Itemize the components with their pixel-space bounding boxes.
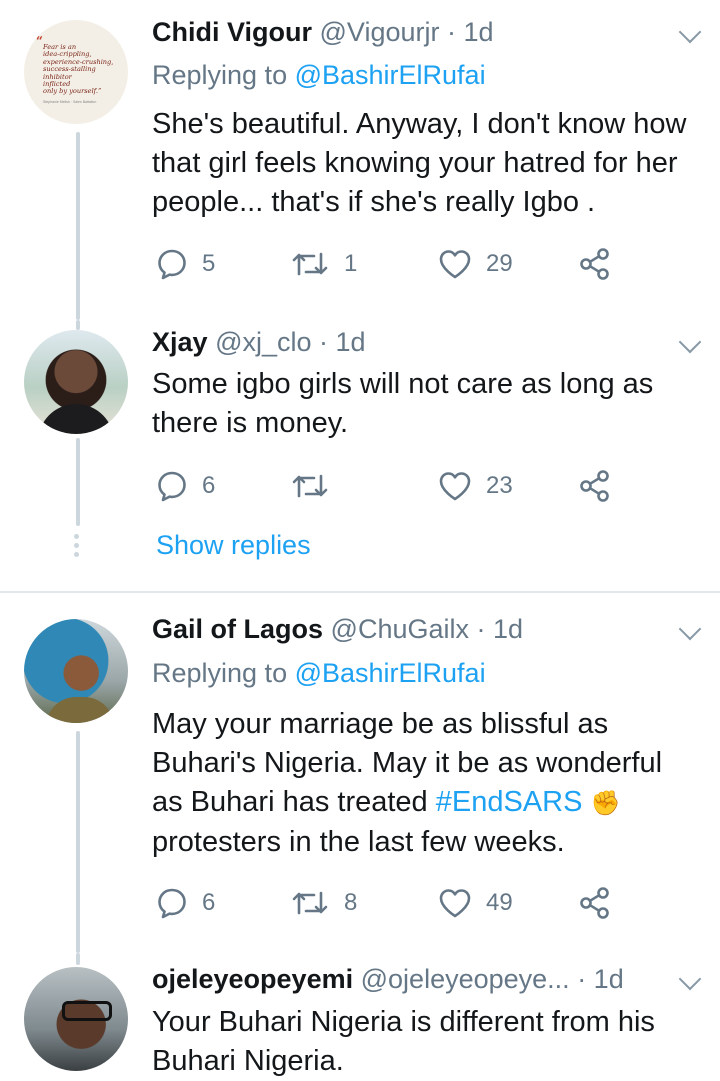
retweet-button[interactable]: 1 <box>290 244 357 284</box>
display-name[interactable]: Chidi Vigour <box>152 17 312 47</box>
timestamp[interactable]: · 1d <box>477 614 524 644</box>
like-icon <box>438 470 472 502</box>
user-handle[interactable]: @xj_clo <box>215 327 311 357</box>
retweet-icon <box>290 470 330 502</box>
avatar-clothes <box>46 697 114 723</box>
chevron-down-icon[interactable] <box>678 330 702 354</box>
avatar-quote: Fear is an idea-crippling, experience-cr… <box>43 43 114 96</box>
reply-count: 6 <box>202 472 216 499</box>
tweet[interactable]: Gail of Lagos @ChuGailx · 1d Replying to… <box>0 593 720 953</box>
share-icon <box>578 248 612 280</box>
reply-icon <box>156 470 188 502</box>
tweet-text: She's beautiful. Anyway, I don't know ho… <box>152 108 687 218</box>
avatar[interactable] <box>24 967 128 1071</box>
reply-count: 5 <box>202 250 216 277</box>
retweet-button[interactable] <box>290 466 344 506</box>
thread-line <box>76 953 80 965</box>
user-handle[interactable]: @Vigourjr <box>320 17 440 47</box>
like-button[interactable]: 29 <box>438 244 513 284</box>
reply-button[interactable]: 6 <box>156 883 215 923</box>
like-button[interactable]: 23 <box>438 466 513 506</box>
share-button[interactable] <box>578 244 612 284</box>
replying-to: Replying to @BashirElRufai <box>152 60 486 90</box>
thread-line <box>76 731 80 953</box>
avatar[interactable] <box>24 330 128 434</box>
thread-line <box>76 132 80 320</box>
replying-to: Replying to @BashirElRufai <box>152 658 486 688</box>
like-button[interactable]: 49 <box>438 883 513 923</box>
avatar-quote-mark: “ <box>36 34 43 48</box>
reply-button[interactable]: 5 <box>156 244 215 284</box>
timestamp[interactable]: · 1d <box>577 964 624 994</box>
user-handle[interactable]: @ojeleyeopeye... <box>361 964 570 994</box>
reply-icon <box>156 248 188 280</box>
reply-count: 6 <box>202 889 216 916</box>
tweet[interactable]: “ Fear is an idea-crippling, experience-… <box>0 0 720 320</box>
retweet-icon <box>290 248 330 280</box>
user-handle[interactable]: @ChuGailx <box>331 614 469 644</box>
avatar-clothes <box>38 404 114 434</box>
tweet-header: Xjay @xj_clo · 1d <box>152 326 366 358</box>
avatar-credit: Stephanie Melish · Sales Battalion <box>43 100 97 104</box>
timestamp[interactable]: · 1d <box>447 17 494 47</box>
tweet-actions: 6 8 49 <box>152 883 632 923</box>
tweet-actions: 6 23 <box>152 466 632 506</box>
display-name[interactable]: Xjay <box>152 327 208 357</box>
tweet-text: Your Buhari Nigeria is different from hi… <box>152 1006 655 1077</box>
share-icon <box>578 887 612 919</box>
show-replies-link[interactable]: Show replies <box>156 530 311 561</box>
retweet-icon <box>290 887 330 919</box>
tweet[interactable]: ojeleyeopeyemi @ojeleyeopeye... · 1d You… <box>0 953 720 1077</box>
timestamp[interactable]: · 1d <box>319 327 366 357</box>
share-button[interactable] <box>578 883 612 923</box>
tweet-header: Gail of Lagos @ChuGailx · 1d <box>152 613 523 645</box>
retweet-count: 8 <box>344 889 358 916</box>
like-icon <box>438 887 472 919</box>
avatar-glasses <box>62 1001 112 1021</box>
chevron-down-icon[interactable] <box>678 617 702 641</box>
thread-line <box>76 438 80 526</box>
tweet-header: Chidi Vigour @Vigourjr · 1d <box>152 16 494 48</box>
reply-button[interactable]: 6 <box>156 466 215 506</box>
avatar[interactable] <box>24 619 128 723</box>
chevron-down-icon[interactable] <box>678 967 702 991</box>
share-button[interactable] <box>578 466 612 506</box>
retweet-count: 1 <box>344 250 358 277</box>
raised-fist-emoji: ✊ <box>590 789 621 817</box>
hashtag-link[interactable]: #EndSARS <box>436 786 583 818</box>
reply-to-link[interactable]: @BashirElRufai <box>295 658 486 688</box>
like-count: 49 <box>486 889 513 916</box>
tweet[interactable]: Xjay @xj_clo · 1d Some igbo girls will n… <box>0 320 720 590</box>
more-dots <box>74 530 79 561</box>
chevron-down-icon[interactable] <box>678 20 702 44</box>
like-count: 23 <box>486 472 513 499</box>
tweet-header: ojeleyeopeyemi @ojeleyeopeye... · 1d <box>152 963 624 995</box>
like-count: 29 <box>486 250 513 277</box>
share-icon <box>578 470 612 502</box>
thread-line <box>76 320 80 330</box>
display-name[interactable]: Gail of Lagos <box>152 614 323 644</box>
like-icon <box>438 248 472 280</box>
avatar[interactable]: “ Fear is an idea-crippling, experience-… <box>24 20 128 124</box>
reply-to-link[interactable]: @BashirElRufai <box>295 60 486 90</box>
tweet-text: Some igbo girls will not care as long as… <box>152 368 654 439</box>
retweet-button[interactable]: 8 <box>290 883 357 923</box>
display-name[interactable]: ojeleyeopeyemi <box>152 964 353 994</box>
reply-icon <box>156 887 188 919</box>
tweet-text: May your marriage be as blissful as Buha… <box>152 708 663 858</box>
tweet-actions: 5 1 29 <box>152 244 632 284</box>
